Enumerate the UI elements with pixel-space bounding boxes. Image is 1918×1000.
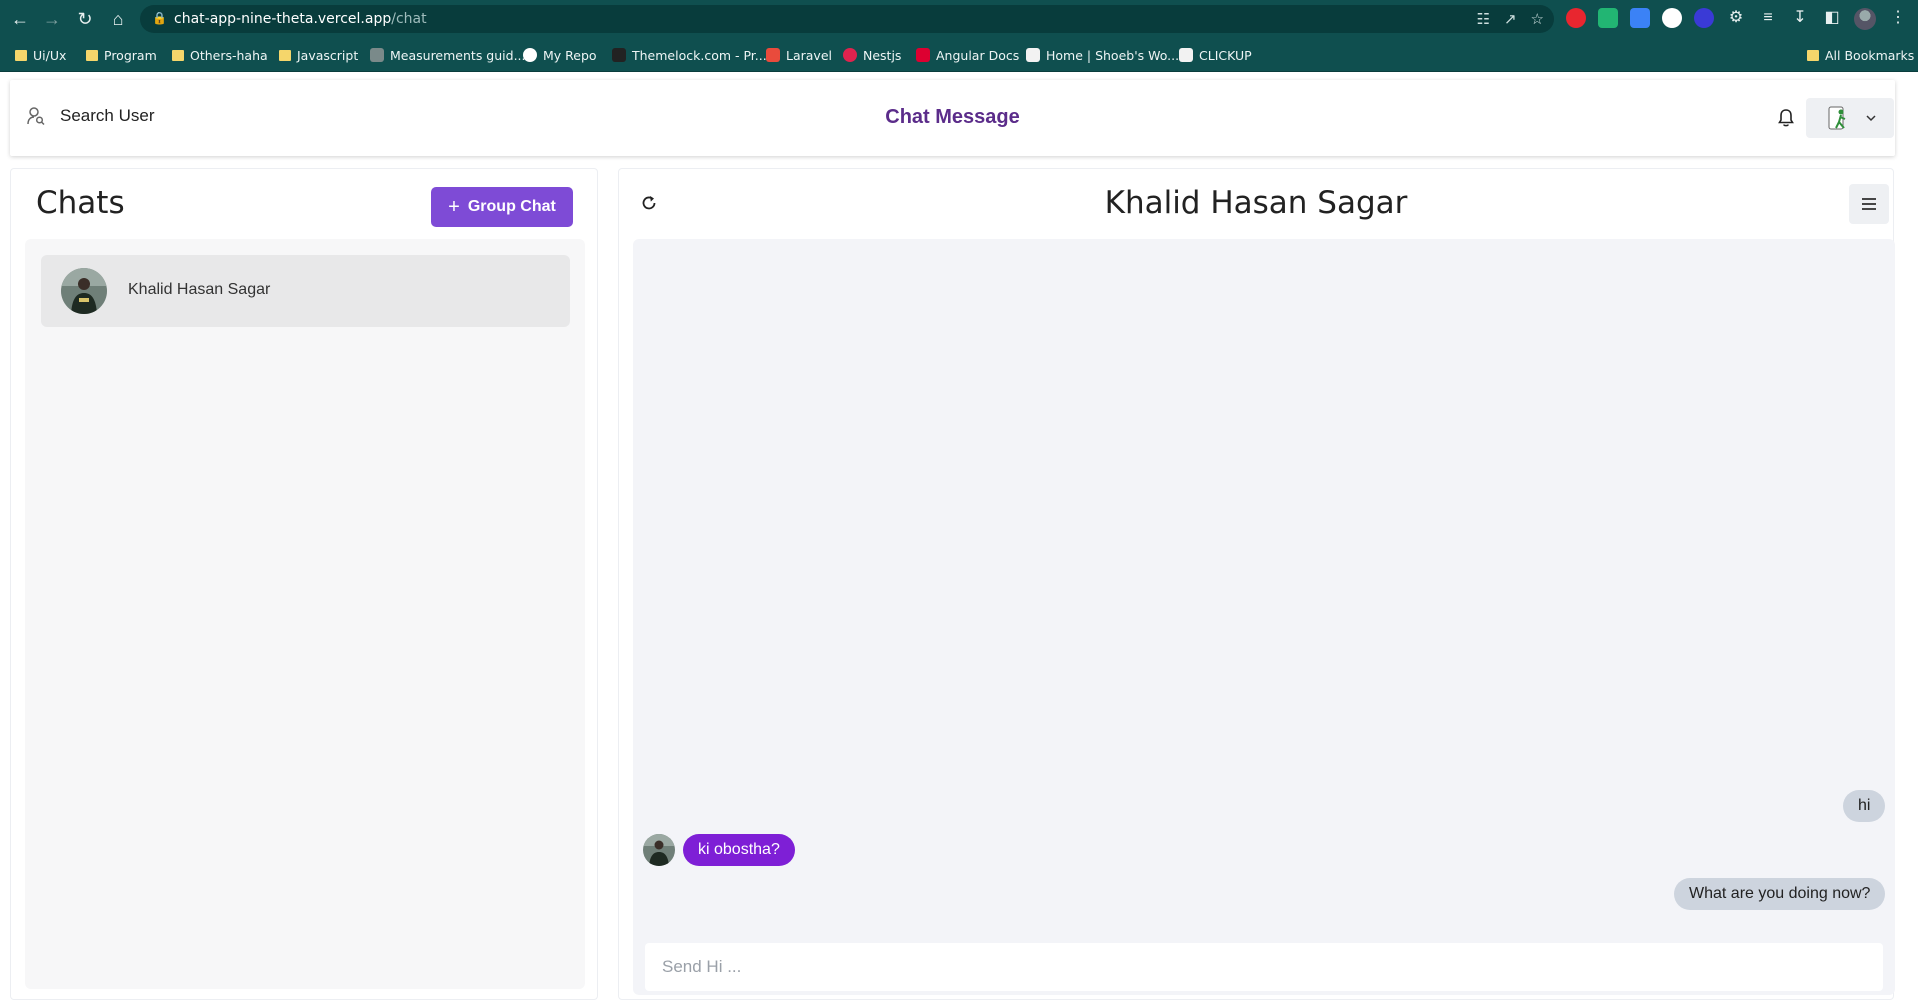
message-input[interactable] bbox=[645, 943, 1883, 991]
nestjs-icon bbox=[843, 48, 857, 62]
chat-menu-button[interactable] bbox=[1849, 184, 1889, 224]
bookmark-label: Angular Docs bbox=[936, 47, 1020, 63]
bookmark-label: Laravel bbox=[786, 47, 832, 63]
bookmark-label: My Repo bbox=[543, 47, 597, 63]
browser-toolbar: ← → ↻ ⌂ 🔒 chat-app-nine-theta.vercel.app… bbox=[0, 0, 1918, 38]
folder-icon bbox=[279, 49, 291, 61]
address-bar[interactable]: 🔒 chat-app-nine-theta.vercel.app/chat ☷ … bbox=[140, 5, 1554, 33]
profile-menu-button[interactable] bbox=[1806, 98, 1894, 138]
bell-icon[interactable] bbox=[1775, 107, 1797, 129]
chats-title: Chats bbox=[36, 185, 125, 221]
bookmark-item[interactable]: Javascript bbox=[279, 46, 358, 64]
share-icon[interactable]: ↗ bbox=[1504, 10, 1517, 28]
bookmark-item[interactable]: Program bbox=[86, 46, 157, 64]
bookmark-item[interactable]: Angular Docs bbox=[916, 46, 1019, 64]
messages-area: hi ki obostha? What are you doing now? bbox=[633, 239, 1895, 995]
bookmark-item[interactable]: CLICKUP bbox=[1179, 46, 1252, 64]
bookmark-label: Home | Shoeb's Wo... bbox=[1046, 47, 1180, 63]
github-icon bbox=[523, 48, 537, 62]
star-icon[interactable]: ☆ bbox=[1531, 10, 1544, 28]
folder-icon bbox=[15, 49, 27, 61]
all-bookmarks-label: All Bookmarks bbox=[1825, 47, 1915, 63]
menu-icon bbox=[1862, 198, 1876, 210]
reading-list-icon[interactable]: ≡ bbox=[1758, 8, 1778, 28]
message-bubble-incoming: ki obostha? bbox=[683, 834, 795, 866]
avatar bbox=[61, 268, 107, 314]
group-chat-label: Group Chat bbox=[467, 198, 556, 215]
group-chat-button[interactable]: + Group Chat bbox=[431, 187, 573, 227]
avatar bbox=[1828, 106, 1846, 130]
bookmark-item[interactable]: Home | Shoeb's Wo... bbox=[1026, 46, 1179, 64]
themelock-icon bbox=[612, 48, 626, 62]
forward-icon[interactable]: → bbox=[41, 8, 63, 30]
more-icon[interactable]: ⋮ bbox=[1888, 8, 1908, 28]
laravel-icon bbox=[766, 48, 780, 62]
angular-icon bbox=[916, 48, 930, 62]
url-path: /chat bbox=[391, 11, 427, 27]
chat-list: Khalid Hasan Sagar bbox=[25, 239, 585, 989]
bookmark-item[interactable]: Nestjs bbox=[843, 46, 901, 64]
url-host: chat-app-nine-theta.vercel.app bbox=[174, 11, 392, 27]
extension-red-icon[interactable] bbox=[1566, 8, 1586, 28]
puzzle-icon[interactable]: ⚙ bbox=[1726, 8, 1746, 28]
chat-item-name: Khalid Hasan Sagar bbox=[128, 281, 271, 298]
bookmark-label: Nestjs bbox=[863, 47, 902, 63]
bookmark-label: CLICKUP bbox=[1199, 47, 1252, 63]
bookmark-label: Ui/Ux bbox=[33, 47, 67, 63]
bookmark-item[interactable]: Measurements guid... bbox=[370, 46, 526, 64]
bookmark-item[interactable]: Others-haha bbox=[172, 46, 268, 64]
chat-title: Khalid Hasan Sagar bbox=[1104, 185, 1408, 221]
chats-sidebar: Chats + Group Chat Khalid Hasan Sagar bbox=[10, 168, 598, 1000]
avatar bbox=[643, 834, 675, 866]
lock-icon: 🔒 bbox=[152, 11, 167, 25]
chat-list-item[interactable]: Khalid Hasan Sagar bbox=[41, 255, 570, 327]
extension-blue-icon[interactable] bbox=[1630, 8, 1650, 28]
measure-icon bbox=[370, 48, 384, 62]
clickup-icon bbox=[1026, 48, 1040, 62]
bookmark-label: Others-haha bbox=[190, 47, 268, 63]
page-title: Chat Message bbox=[885, 106, 1020, 128]
bookmark-label: Measurements guid... bbox=[390, 47, 526, 63]
extension-white-icon[interactable] bbox=[1662, 8, 1682, 28]
bookmark-label: Themelock.com - Pr... bbox=[632, 47, 767, 63]
extension-green-icon[interactable] bbox=[1598, 8, 1618, 28]
home-icon[interactable]: ⌂ bbox=[107, 8, 129, 30]
url-text[interactable]: chat-app-nine-theta.vercel.app/chat bbox=[174, 11, 427, 27]
message-bubble-outgoing: What are you doing now? bbox=[1674, 878, 1886, 910]
message-bubble-outgoing: hi bbox=[1843, 790, 1886, 822]
browser-profile-icon[interactable] bbox=[1854, 8, 1876, 30]
app-header: Search User Chat Message bbox=[10, 80, 1895, 156]
extension-gear-icon[interactable] bbox=[1694, 8, 1714, 28]
all-bookmarks[interactable]: All Bookmarks bbox=[1807, 46, 1914, 64]
bookmark-label: Javascript bbox=[297, 47, 359, 63]
chat-panel: Khalid Hasan Sagar hi ki obostha? What a… bbox=[618, 168, 1895, 1000]
bookmark-item[interactable]: Themelock.com - Pr... bbox=[612, 46, 767, 64]
bookmark-item[interactable]: My Repo bbox=[523, 46, 597, 64]
plus-icon: + bbox=[448, 196, 460, 218]
bookmark-item[interactable]: Ui/Ux bbox=[15, 46, 66, 64]
folder-icon bbox=[86, 49, 98, 61]
bookmark-item[interactable]: Laravel bbox=[766, 46, 832, 64]
chevron-down-icon bbox=[1866, 115, 1876, 122]
bookmark-label: Program bbox=[104, 47, 157, 63]
back-icon[interactable]: ← bbox=[9, 8, 31, 30]
reload-icon[interactable]: ↻ bbox=[74, 8, 96, 30]
folder-icon bbox=[1807, 49, 1819, 61]
side-panel-icon[interactable]: ◧ bbox=[1822, 8, 1842, 28]
translate-icon[interactable]: ☷ bbox=[1477, 10, 1490, 28]
folder-icon bbox=[172, 49, 184, 61]
download-icon[interactable]: ↧ bbox=[1790, 8, 1810, 28]
bookmarks-bar: Ui/Ux Program Others-haha Javascript Mea… bbox=[0, 38, 1918, 72]
clickup-icon bbox=[1179, 48, 1193, 62]
